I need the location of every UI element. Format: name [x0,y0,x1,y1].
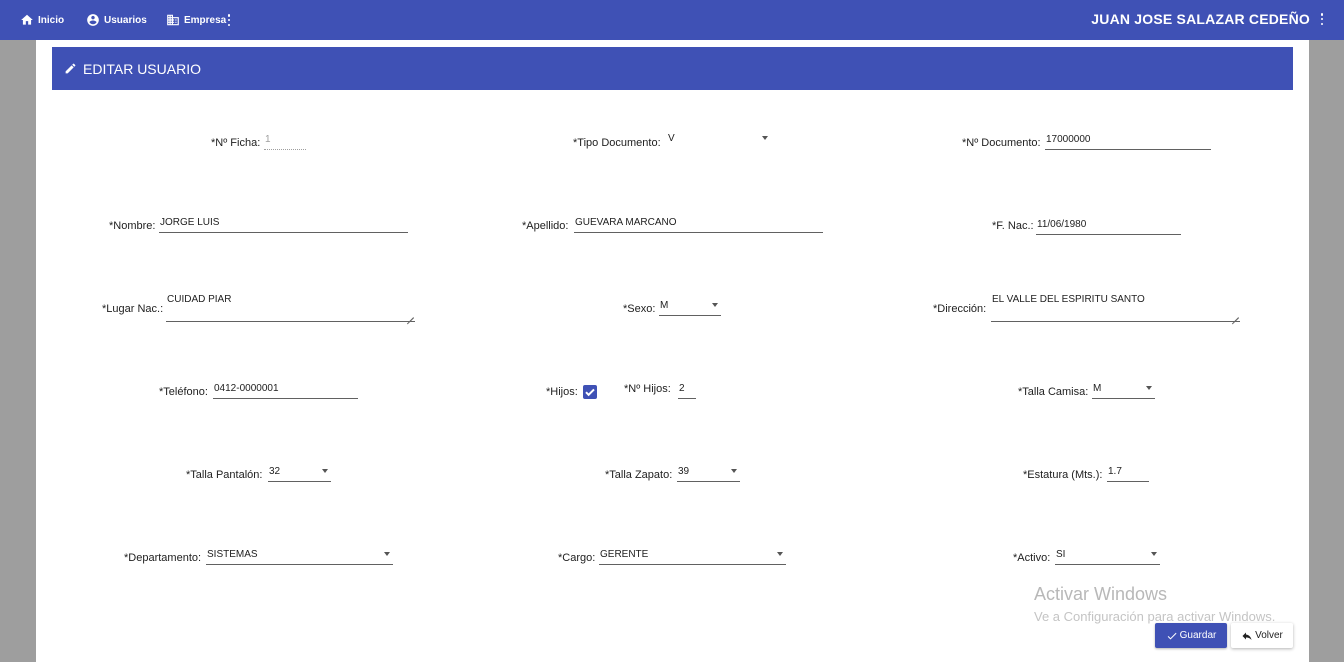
talla-pantalon-value: 32 [269,466,281,477]
lugar-nac-textarea[interactable]: CUIDAD PIAR [166,294,415,322]
company-menu-icon[interactable] [225,12,233,28]
business-icon [167,14,179,26]
user-name: JUAN JOSE SALAZAR CEDEÑO [1091,11,1310,27]
direccion-textarea[interactable]: EL VALLE DEL ESPIRITU SANTO [991,294,1240,322]
card-title: EDITAR USUARIO [83,60,201,77]
account-circle-icon [87,14,99,26]
chevron-down-icon [712,303,718,307]
chevron-down-icon [322,469,328,473]
num-documento-input[interactable]: 17000000 [1045,134,1211,150]
ficha-label: *Nº Ficha: [211,137,261,149]
talla-zapato-label: *Talla Zapato: [605,469,673,481]
card-header: EDITAR USUARIO [52,47,1293,90]
nombre-label: *Nombre: [109,220,156,232]
save-button[interactable]: Guardar [1155,623,1227,648]
nav-company-label: Empresa [184,14,227,26]
save-button-label: Guardar [1179,630,1217,641]
resize-handle-icon[interactable] [1232,311,1239,318]
apellido-input[interactable]: GUEVARA MARCANO [574,217,823,233]
tipo-documento-select[interactable]: V [667,133,771,149]
talla-pantalon-select[interactable]: 32 [268,466,331,482]
nav-users-label: Usuarios [104,14,147,26]
chevron-down-icon [1146,386,1152,390]
resize-handle-icon[interactable] [407,311,414,318]
fecha-nac-input[interactable]: 11/06/1980 [1036,219,1181,235]
chevron-down-icon [777,552,783,556]
watermark-title: Activar Windows [1034,584,1168,604]
back-button-label: Volver [1255,630,1283,641]
nav-company[interactable]: Empresa [166,11,226,29]
home-icon [21,14,33,25]
sexo-label: *Sexo: [623,303,656,315]
estatura-label: *Estatura (Mts.): [1023,469,1103,481]
chevron-down-icon [1151,552,1157,556]
activo-value: SI [1056,549,1066,560]
cargo-select[interactable]: GERENTE [599,549,786,565]
num-documento-label: *Nº Documento: [962,137,1041,149]
nombre-input[interactable]: JORGE LUIS [159,217,408,233]
telefono-label: *Teléfono: [159,386,208,398]
hijos-label: *Hijos: [546,386,578,398]
top-navbar: Inicio Usuarios Empresa JUAN JOSE SALAZA… [0,0,1344,40]
telefono-input[interactable]: 0412-0000001 [213,383,358,399]
talla-zapato-value: 39 [678,466,690,477]
talla-camisa-select[interactable]: M [1092,383,1155,399]
talla-camisa-value: M [1093,383,1102,394]
estatura-input[interactable]: 1.7 [1107,466,1149,482]
user-menu-icon[interactable] [1318,11,1326,27]
sexo-value: M [660,300,669,311]
check-icon [585,388,595,397]
lugar-nac-label: *Lugar Nac.: [102,303,164,315]
lugar-nac-value: CUIDAD PIAR [167,294,232,305]
edit-icon [65,63,76,74]
fecha-nac-label: *F. Nac.: [992,220,1034,232]
talla-zapato-select[interactable]: 39 [677,466,740,482]
chevron-down-icon [384,552,390,556]
departamento-label: *Departamento: [124,552,202,564]
departamento-value: SISTEMAS [207,549,258,560]
reply-icon [1242,632,1252,640]
cargo-value: GERENTE [600,549,649,560]
num-hijos-label: *Nº Hijos: [624,383,671,395]
tipo-documento-label: *Tipo Documento: [573,137,661,149]
talla-pantalon-label: *Talla Pantalón: [186,469,263,481]
tipo-documento-value: V [668,133,675,144]
direccion-value: EL VALLE DEL ESPIRITU SANTO [992,294,1145,305]
watermark-subtitle: Ve a Configuración para activar Windows. [1034,609,1276,624]
cargo-label: *Cargo: [558,552,596,564]
back-button[interactable]: Volver [1231,623,1293,648]
direccion-label: *Dirección: [933,303,987,315]
ficha-field: 1 [264,134,306,150]
hijos-checkbox[interactable] [583,385,597,399]
check-icon [1167,632,1177,639]
talla-camisa-label: *Talla Camisa: [1018,386,1089,398]
activo-select[interactable]: SI [1055,549,1160,565]
chevron-down-icon [762,136,768,140]
activo-label: *Activo: [1013,552,1051,564]
num-hijos-input[interactable]: 2 [678,383,696,399]
nav-home-label: Inicio [38,14,65,26]
nav-home[interactable]: Inicio [20,11,64,29]
chevron-down-icon [731,469,737,473]
sexo-select[interactable]: M [659,300,721,316]
departamento-select[interactable]: SISTEMAS [206,549,393,565]
apellido-label: *Apellido: [522,220,569,232]
nav-users[interactable]: Usuarios [86,11,147,29]
